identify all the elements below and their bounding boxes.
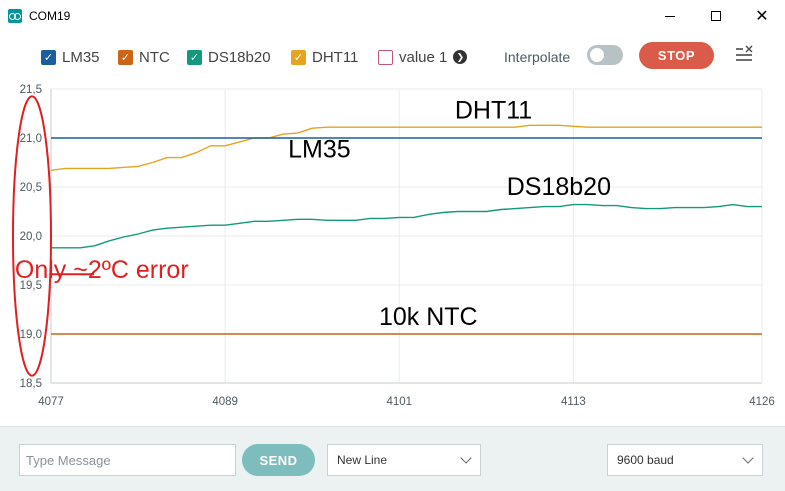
close-button[interactable]: ✕ [739, 0, 785, 32]
plotter-toolbar: ✓ LM35 ✓ NTC ✓ DS18b20 ✓ DHT11 value 1 ❯… [0, 32, 785, 84]
chevron-right-icon[interactable]: ❯ [453, 50, 468, 64]
legend-item-dht11[interactable]: ✓ DHT11 [291, 48, 358, 66]
interpolate-toggle[interactable] [587, 45, 623, 65]
checkbox-checked[interactable]: ✓ [41, 49, 56, 65]
message-input[interactable] [19, 444, 236, 476]
y-tick-label: 21,5 [20, 84, 42, 96]
checkbox-unchecked[interactable] [378, 49, 393, 65]
legend-label: DS18b20 [208, 48, 271, 66]
clear-list-icon[interactable] [733, 45, 755, 65]
annotation-label: DHT11 [455, 96, 532, 124]
annotation-label: 10k NTC [379, 303, 478, 331]
minimize-icon [665, 15, 675, 17]
y-tick-label: 20,0 [20, 231, 42, 243]
maximize-button[interactable] [693, 0, 739, 32]
checkbox-checked[interactable]: ✓ [187, 49, 202, 65]
x-tick-label: 4126 [749, 396, 775, 408]
legend-label: value 1 [399, 48, 448, 66]
x-tick-label: 4077 [38, 396, 64, 408]
legend-label: NTC [139, 48, 170, 66]
minimize-button[interactable] [647, 0, 693, 32]
legend-label: LM35 [62, 48, 100, 66]
legend-item-value-1[interactable]: value 1 ❯ [378, 48, 468, 66]
annotation-label: Only ~2ºC error [15, 256, 189, 284]
chevron-down-icon [460, 452, 472, 464]
baud-rate-select[interactable]: 9600 baud [607, 444, 763, 476]
window-title: COM19 [29, 9, 71, 23]
bottom-bar: SEND New Line 9600 baud [0, 426, 785, 491]
y-tick-label: 19,0 [20, 329, 42, 341]
annotation-label: LM35 [288, 136, 351, 164]
line-ending-select[interactable]: New Line [327, 444, 481, 476]
y-tick-label: 18,5 [20, 378, 42, 390]
checkbox-checked[interactable]: ✓ [118, 49, 133, 65]
y-tick-label: 20,5 [20, 182, 42, 194]
y-tick-label: 21,0 [20, 133, 42, 145]
interpolate-label: Interpolate [504, 49, 571, 65]
series-line [51, 203, 762, 249]
baud-rate-value: 9600 baud [617, 453, 674, 467]
annotation-label: DS18b20 [507, 173, 611, 201]
line-ending-value: New Line [337, 453, 388, 467]
x-tick-label: 4089 [212, 396, 238, 408]
legend-item-ds18b20[interactable]: ✓ DS18b20 [187, 48, 271, 66]
legend-item-ntc[interactable]: ✓ NTC [118, 48, 170, 66]
series-line [50, 124, 762, 171]
close-icon: ✕ [755, 6, 769, 25]
arduino-logo-icon [8, 9, 22, 23]
plot-svg: 21,521,020,520,019,519,018,54077 4089 4101… [12, 84, 775, 408]
x-tick-label: 4101 [386, 396, 412, 408]
legend-label: DHT11 [312, 48, 359, 66]
maximize-icon [711, 11, 721, 21]
stop-button[interactable]: STOP [639, 42, 714, 69]
legend-item-lm35[interactable]: ✓ LM35 [41, 48, 100, 66]
send-button[interactable]: SEND [242, 444, 315, 476]
x-tick-label: 4113 [561, 396, 586, 408]
serial-plot-chart: 21,5 21,0 20,5 20,0 19,5 19,0 18,5 4077 4089 4101… [0, 84, 785, 416]
chevron-down-icon [742, 452, 754, 464]
checkbox-checked[interactable]: ✓ [291, 49, 306, 65]
title-bar: COM19 ✕ [0, 0, 785, 32]
